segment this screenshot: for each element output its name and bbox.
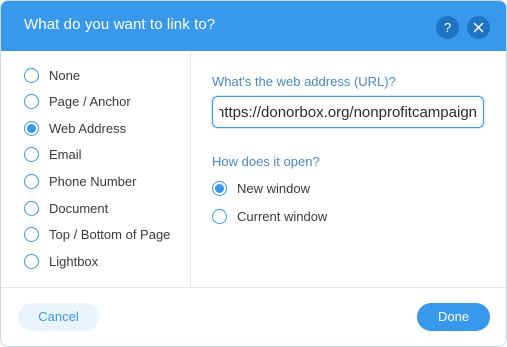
link-type-label: Web Address (49, 121, 127, 136)
radio-button[interactable] (24, 68, 39, 83)
link-type-list: None Page / Anchor Web Address Email Pho… (1, 51, 191, 287)
web-address-settings: What's the web address (URL)? How does i… (192, 51, 506, 287)
question-mark-icon: ? (443, 20, 452, 35)
cancel-button[interactable]: Cancel (18, 303, 99, 331)
link-type-label: Phone Number (49, 174, 137, 189)
radio-button[interactable] (212, 209, 227, 224)
radio-button[interactable] (24, 121, 39, 136)
open-option-label: Current window (237, 209, 328, 224)
close-icon (473, 22, 484, 33)
link-type-label: Top / Bottom of Page (49, 227, 171, 242)
radio-button[interactable] (24, 94, 39, 109)
open-option-label: New window (237, 181, 310, 196)
radio-button[interactable] (212, 181, 227, 196)
close-button[interactable] (467, 16, 490, 39)
dialog-footer: Cancel Done (1, 287, 506, 346)
link-type-label: Email (49, 147, 82, 162)
open-mode-label: How does it open? (212, 154, 320, 169)
radio-button[interactable] (24, 201, 39, 216)
url-field-label: What's the web address (URL)? (212, 74, 396, 89)
link-type-label: Page / Anchor (49, 94, 131, 109)
link-type-label: Lightbox (49, 254, 99, 269)
link-dialog: What do you want to link to? ? None Page… (0, 0, 507, 347)
radio-button[interactable] (24, 227, 39, 242)
done-button[interactable]: Done (417, 303, 490, 331)
url-input[interactable] (212, 96, 484, 128)
dialog-header: What do you want to link to? ? (1, 1, 506, 51)
link-type-label: Document (49, 201, 109, 216)
dialog-title: What do you want to link to? (24, 16, 216, 33)
radio-button[interactable] (24, 147, 39, 162)
radio-button[interactable] (24, 254, 39, 269)
help-button[interactable]: ? (436, 16, 459, 39)
radio-button[interactable] (24, 174, 39, 189)
link-type-label: None (49, 68, 81, 83)
